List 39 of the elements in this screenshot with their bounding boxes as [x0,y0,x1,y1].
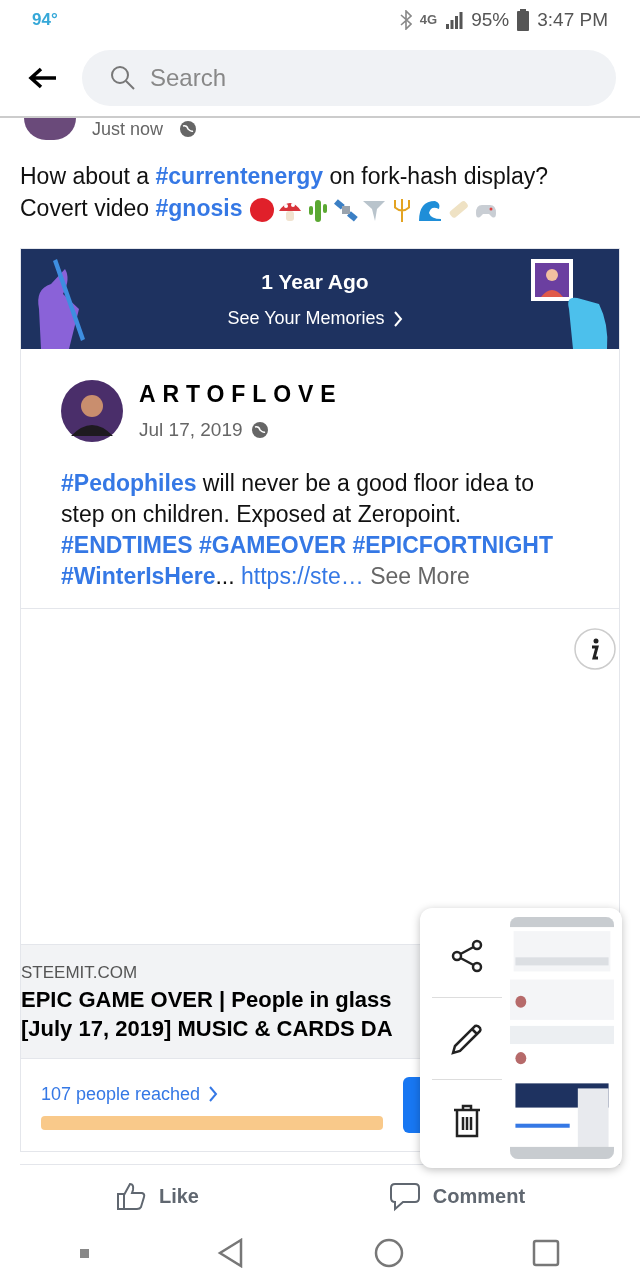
memory-title: 1 Year Ago [261,268,369,295]
trash-icon[interactable] [452,1102,482,1139]
share-icon[interactable] [450,939,484,973]
globe-icon [179,120,198,138]
memories-banner[interactable]: 1 Year Ago See Your Memories [21,249,619,349]
people-reached-link[interactable]: 107 people reached [41,1080,383,1108]
see-memories-link[interactable]: See Your Memories [227,305,403,333]
recents-icon[interactable] [531,1239,560,1267]
battery-percent: 95% [471,7,510,32]
link-title: EPIC GAME OVER | People in glass [21,986,392,1015]
author-name[interactable]: ARTOFLOVE [139,377,343,412]
pencil-icon[interactable] [450,1021,484,1056]
comment-button[interactable]: Comment [388,1179,526,1212]
clock: 3:47 PM [537,7,608,32]
info-icon[interactable] [573,627,617,671]
chevron-right-icon [208,1086,219,1102]
search-icon [110,65,136,91]
link-domain: STEEMIT.COM [21,961,139,984]
bluetooth-icon [399,10,412,30]
back-arrow-icon[interactable] [28,66,58,90]
globe-icon [250,420,269,439]
circle-emoji-icon [248,196,275,223]
post-time: Just now [92,119,164,139]
signal-icon [445,11,464,29]
post-link[interactable]: https://ste… [241,563,364,589]
avatar [61,379,123,442]
home-icon[interactable] [373,1238,404,1268]
search-field[interactable]: Search [82,50,616,106]
battery-icon [517,9,530,31]
link-title: [July 17, 2019] MUSIC & CARDS DA [21,1015,393,1044]
shared-post-text: #Pedophiles will never be a good floor idea to step on children. Exposed at Zeropoint. #ENDTIMES #GAMEOVER #EPICFORTNIGHT #WinterIsHere... https://ste… See More [61,469,554,591]
like-button[interactable]: Like [114,1179,199,1212]
chevron-right-icon [392,310,403,327]
temperature: 94° [32,9,58,32]
avatar [24,118,76,140]
see-more-link[interactable]: See More [370,563,470,589]
post-text: How about a #currentenergy on fork-hash display? Covert video #gnosis [20,162,549,224]
network-type: 4G [419,11,438,30]
post-date: Jul 17, 2019 [139,417,243,442]
